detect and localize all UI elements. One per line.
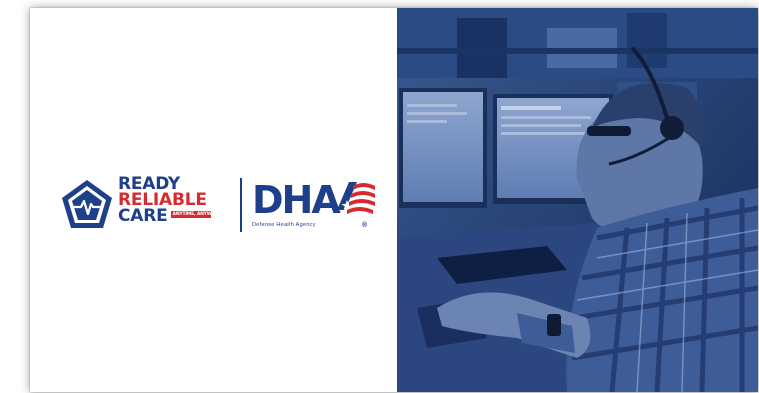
banner-card: READY RELIABLE CARE ANYTIME, ANYWHERE DHA (30, 8, 758, 392)
logo-panel: READY RELIABLE CARE ANYTIME, ANYWHERE DHA (30, 8, 397, 392)
rrc-tagline: ANYTIME, ANYWHERE (170, 210, 225, 218)
photo-panel (397, 8, 758, 392)
call-center-photo (397, 8, 758, 392)
dha-logo: DHA (252, 178, 375, 222)
registered-mark: ® (362, 222, 368, 229)
flag-star-stripes-icon (337, 182, 375, 214)
dha-subtitle: Defense Health Agency (252, 222, 316, 228)
logo-lockup: READY RELIABLE CARE ANYTIME, ANYWHERE DHA (60, 176, 375, 234)
pentagon-heartbeat-icon (62, 180, 112, 228)
rrc-wordmark: READY RELIABLE CARE ANYTIME, ANYWHERE (118, 176, 238, 234)
rrc-care-row: CARE ANYTIME, ANYWHERE (118, 206, 238, 226)
rrc-care-text: CARE (118, 206, 168, 226)
dha-letters: DHA (252, 178, 341, 222)
page: READY RELIABLE CARE ANYTIME, ANYWHERE DHA (0, 0, 759, 393)
logo-divider (240, 178, 242, 232)
